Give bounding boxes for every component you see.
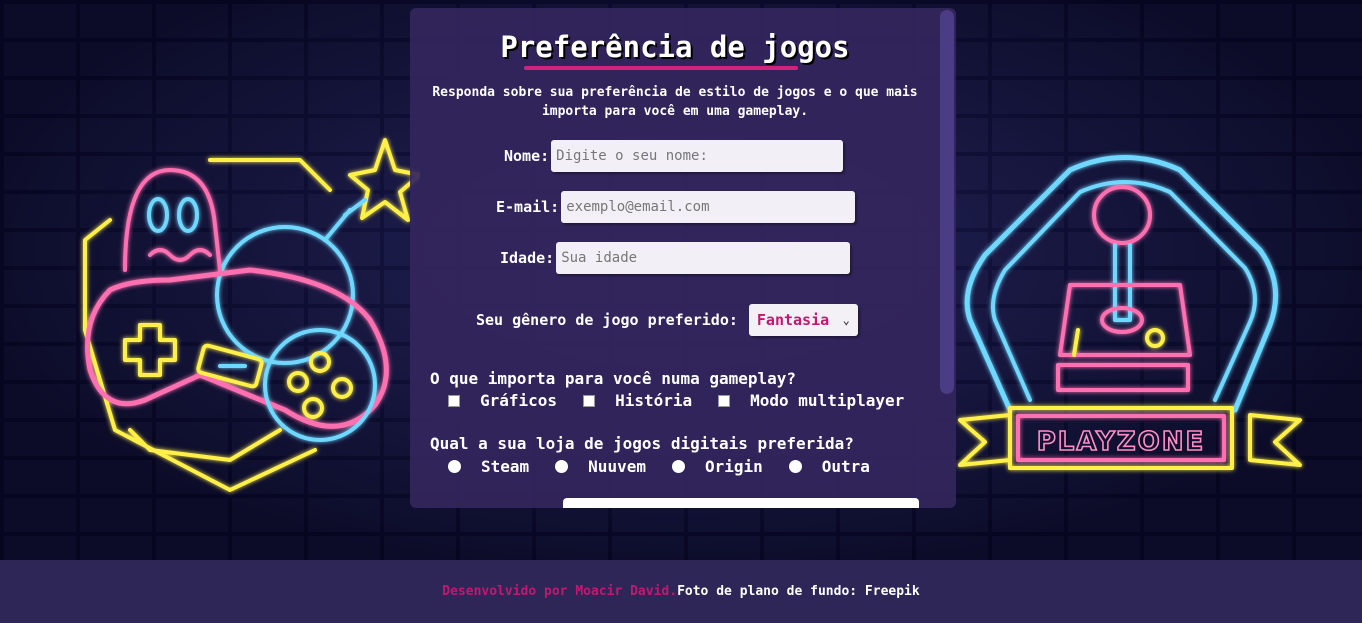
steam-radio[interactable] [448, 460, 461, 473]
email-row: E-mail: [496, 191, 856, 223]
origin-label: Origin [704, 457, 763, 476]
age-row: Idade: [500, 242, 851, 274]
name-label: Nome: [504, 147, 550, 165]
gamepad-icon [85, 267, 389, 429]
title-underline [524, 66, 798, 70]
gameplay-options: Gráficos História Modo multiplayer [448, 391, 930, 410]
name-input[interactable] [551, 140, 844, 172]
age-input[interactable] [556, 242, 851, 274]
store-question: Qual a sua loja de jogos digitais prefer… [430, 434, 854, 453]
neon-playzone-sign: PLAYZONE [958, 155, 1302, 470]
chevron-down-icon: ⌄ [842, 313, 850, 327]
nuuvem-radio[interactable] [555, 460, 569, 473]
age-label: Idade: [500, 249, 555, 267]
joystick-knob-icon [1092, 185, 1152, 245]
other-label: Outra [821, 457, 870, 476]
page-title: Preferência de jogos [500, 30, 850, 64]
store-options: Steam Nuuvem Origin Outra [448, 457, 896, 476]
story-label: História [615, 391, 693, 410]
graphics-checkbox[interactable] [448, 394, 460, 407]
name-row: Nome: [504, 140, 844, 172]
multiplayer-label: Modo multiplayer [750, 391, 905, 410]
genre-label: Seu gênero de jogo preferido: [476, 311, 738, 329]
email-label: E-mail: [496, 198, 560, 216]
story-checkbox[interactable] [583, 394, 596, 407]
form-panel: Preferência de jogos Responda sobre sua … [410, 8, 956, 508]
graphics-label: Gráficos [480, 391, 558, 410]
steam-label: Steam [481, 457, 530, 476]
multiplayer-checkbox[interactable] [718, 394, 731, 407]
playzone-sign-text: PLAYZONE [1037, 427, 1206, 457]
scrollbar[interactable] [940, 10, 954, 394]
nuuvem-label: Nuuvem [588, 457, 646, 476]
email-input[interactable] [561, 191, 856, 223]
neon-gamepad-illustration [83, 138, 420, 492]
intro-text: Responda sobre sua preferência de estilo… [432, 85, 918, 119]
origin-radio[interactable] [671, 460, 685, 473]
genre-select[interactable]: Fantasia ⌄ [748, 304, 858, 336]
submit-button[interactable] [563, 498, 919, 508]
background-credit: Foto de plano de fundo: Freepik [677, 584, 920, 599]
genre-selected-value: Fantasia [756, 311, 830, 329]
genre-row: Seu gênero de jogo preferido: Fantasia ⌄ [476, 304, 858, 336]
footer: Desenvolvido por Moacir David. Foto de p… [0, 560, 1362, 623]
developer-credit: Desenvolvido por Moacir David. [442, 584, 678, 599]
other-radio[interactable] [788, 460, 802, 473]
gameplay-question: O que importa para você numa gameplay? [430, 369, 797, 388]
